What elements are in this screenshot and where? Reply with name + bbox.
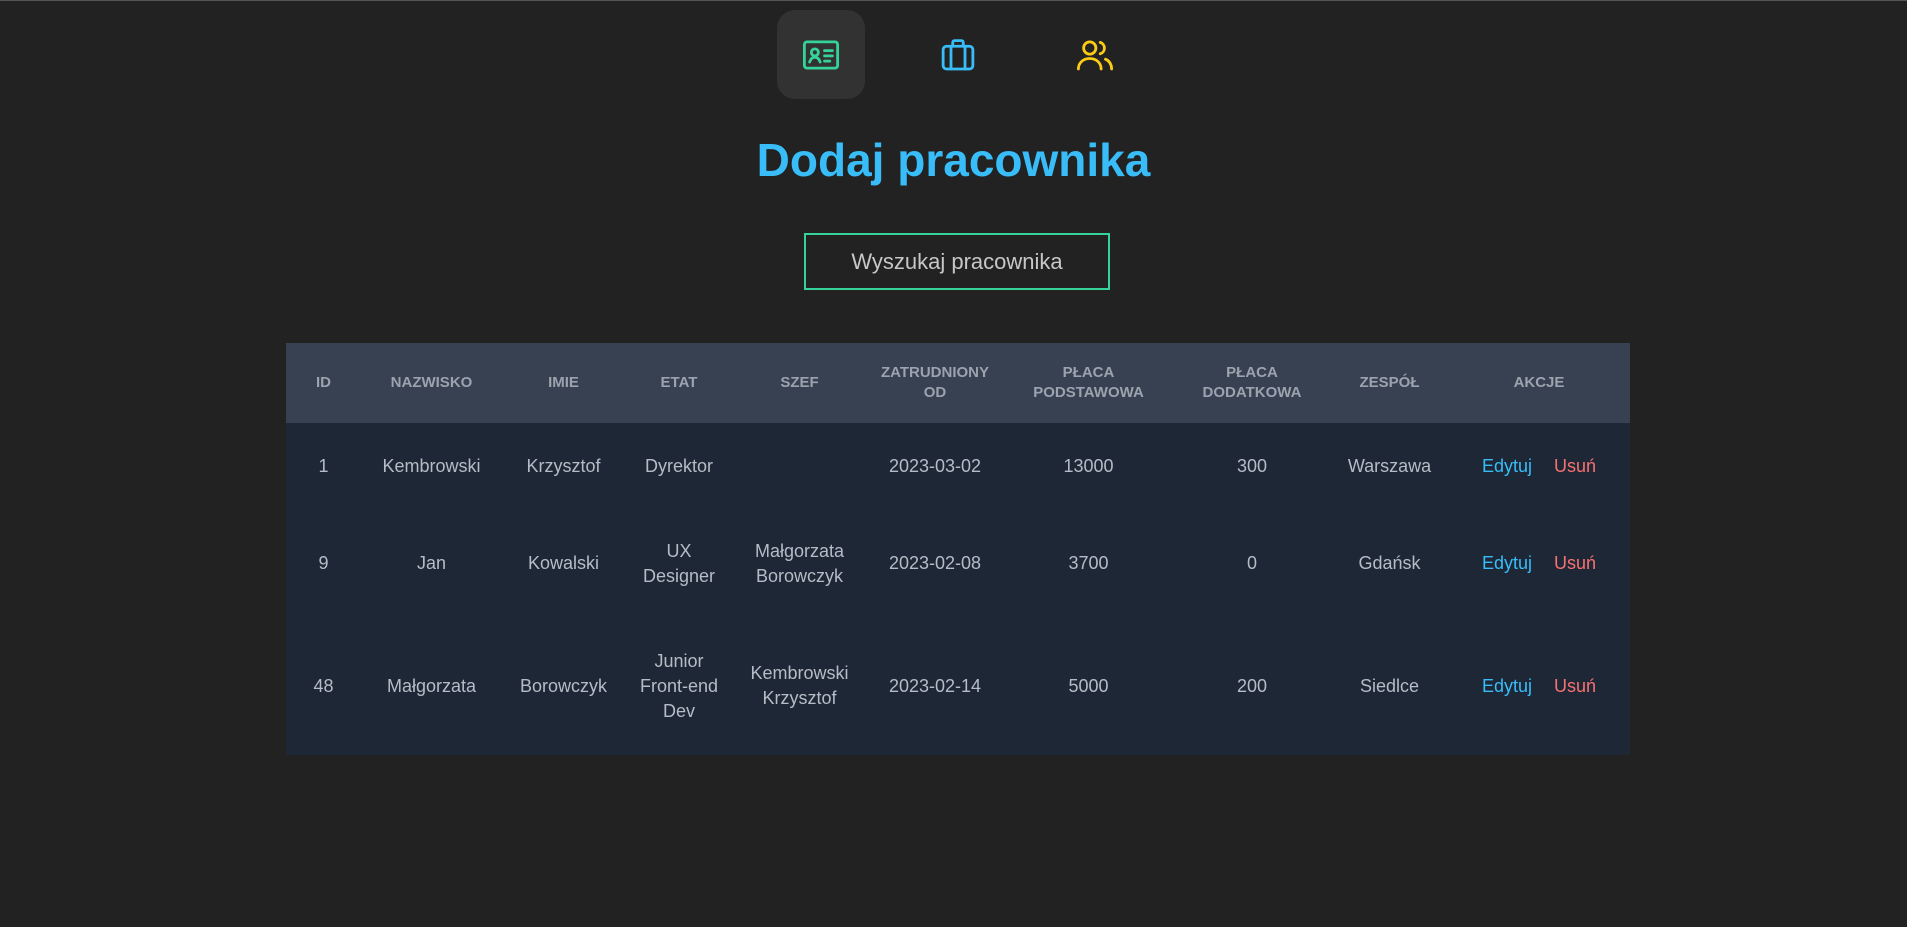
cell-placa-podstawowa: 13000 [1063, 456, 1114, 476]
edit-link[interactable]: Edytuj [1482, 456, 1532, 476]
cell-szef: Małgorzata Borowczyk [754, 540, 845, 586]
cell-id: 48 [313, 675, 334, 696]
table-header-row: ID NAZWISKO IMIE ETAT SZEF ZATRUDNIONY O… [286, 343, 1630, 423]
nav-employees-button[interactable] [777, 10, 865, 99]
column-header-szef: SZEF [780, 374, 819, 391]
cell-etat: Dyrektor [644, 456, 713, 476]
delete-link[interactable]: Usuń [1554, 676, 1596, 696]
cell-szef [733, 423, 866, 510]
column-header-placa-podstawowa: PŁACA PODSTAWOWA [1033, 364, 1144, 401]
nav-teams-button[interactable] [1051, 10, 1139, 99]
cell-imie: Borowczyk [519, 675, 608, 696]
column-header-nazwisko: NAZWISKO [390, 374, 473, 391]
cell-zatrudniony-od: 2023-02-14 [888, 675, 982, 696]
column-header-zatrudniony-od: ZATRUDNIONY OD [880, 364, 990, 401]
column-header-placa-dodatkowa: PŁACA DODATKOWA [1202, 364, 1302, 401]
cell-zespol: Gdańsk [1358, 553, 1421, 573]
cell-zatrudniony-od: 2023-02-08 [888, 553, 982, 573]
cell-zespol: Warszawa [1347, 456, 1432, 476]
cell-etat: Junior Front-end Dev [639, 650, 719, 721]
delete-link[interactable]: Usuń [1554, 456, 1596, 476]
cell-actions: Edytuj Usuń [1448, 617, 1630, 755]
search-employee-button[interactable]: Wyszukaj pracownika [804, 233, 1110, 290]
window-top-border [0, 0, 1907, 1]
column-header-id: ID [316, 374, 331, 391]
column-header-imie: IMIE [548, 374, 579, 391]
edit-link[interactable]: Edytuj [1482, 553, 1532, 573]
cell-imie: Krzysztof [526, 456, 601, 476]
column-header-akcje: AKCJE [1513, 374, 1565, 391]
cell-imie: Kowalski [527, 553, 600, 573]
top-nav [0, 10, 1907, 99]
cell-id: 1 [318, 456, 329, 476]
table-row: 48 Małgorzata Borowczyk Junior Front-end… [286, 617, 1630, 755]
table-row: 1 Kembrowski Krzysztof Dyrektor 2023-03-… [286, 423, 1630, 510]
cell-szef: Kembrowski Krzysztof [750, 663, 849, 708]
cell-nazwisko: Kembrowski [382, 456, 481, 476]
cell-placa-dodatkowa: 200 [1236, 675, 1268, 696]
edit-link[interactable]: Edytuj [1482, 676, 1532, 696]
nav-positions-button[interactable] [914, 10, 1002, 99]
cell-etat: UX Designer [642, 540, 716, 586]
cell-actions: Edytuj Usuń [1448, 510, 1630, 617]
cell-placa-dodatkowa: 0 [1246, 553, 1257, 573]
cell-placa-podstawowa: 5000 [1068, 675, 1109, 696]
employees-table: ID NAZWISKO IMIE ETAT SZEF ZATRUDNIONY O… [286, 343, 1630, 755]
cell-actions: Edytuj Usuń [1448, 423, 1630, 510]
cell-placa-dodatkowa: 300 [1236, 456, 1268, 476]
briefcase-icon [941, 38, 975, 70]
cell-zespol: Siedlce [1359, 675, 1420, 696]
column-header-etat: ETAT [660, 374, 698, 391]
users-icon [1076, 39, 1114, 70]
cell-nazwisko: Małgorzata [386, 675, 477, 696]
cell-zatrudniony-od: 2023-03-02 [888, 456, 982, 476]
column-header-zespol: ZESPÓŁ [1359, 374, 1420, 391]
table-row: 9 Jan Kowalski UX Designer Małgorzata Bo… [286, 510, 1630, 617]
cell-nazwisko: Jan [416, 553, 447, 573]
delete-link[interactable]: Usuń [1554, 553, 1596, 573]
cell-placa-podstawowa: 3700 [1068, 553, 1109, 573]
page-title: Dodaj pracownika [756, 134, 1151, 186]
cell-id: 9 [318, 553, 329, 573]
id-card-icon [802, 39, 840, 70]
